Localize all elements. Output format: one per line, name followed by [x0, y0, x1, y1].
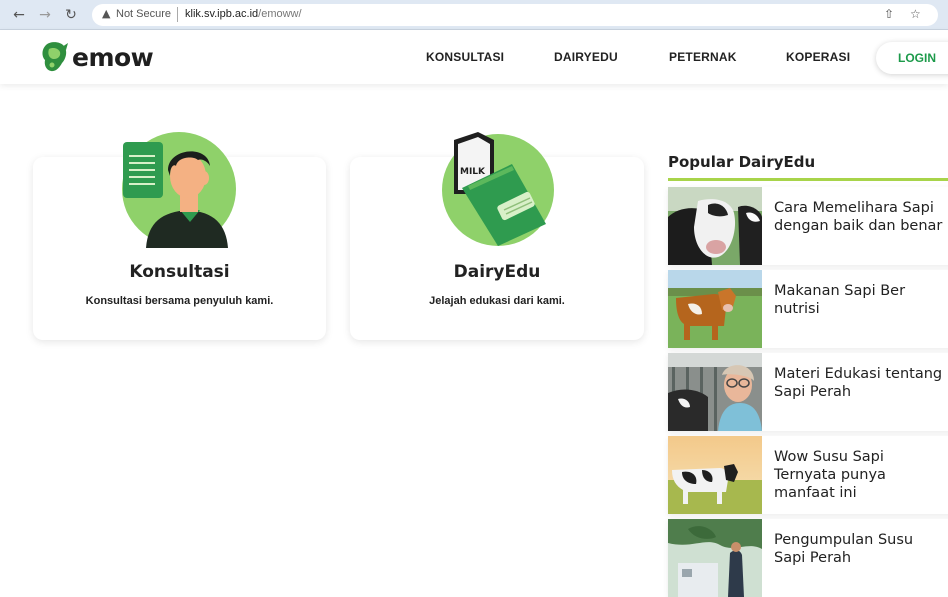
card-title: DairyEdu — [453, 262, 541, 282]
popular-item[interactable]: Pengumpulan Susu Sapi Perah — [668, 519, 948, 597]
forward-icon[interactable]: → — [36, 6, 54, 24]
browser-toolbar: ← → ↻ ▲ Not Secure klik.sv.ipb.ac.id/emo… — [0, 0, 948, 30]
back-icon[interactable]: ← — [10, 6, 28, 24]
address-bar[interactable]: ▲ Not Secure klik.sv.ipb.ac.id/emoww/ ⇧ … — [92, 4, 938, 26]
popular-item[interactable]: Wow Susu Sapi Ternyata punya manfaat ini — [668, 436, 948, 514]
login-button[interactable]: LOGIN — [876, 42, 948, 74]
nav-dairyedu[interactable]: DAIRYEDU — [554, 30, 618, 84]
popular-item-title: Wow Susu Sapi Ternyata punya manfaat ini — [774, 449, 886, 501]
popular-underline — [668, 178, 948, 181]
card-description: Konsultasi bersama penyuluh kami. — [85, 295, 274, 307]
address-divider — [177, 7, 178, 22]
milk-book-icon: MILK — [442, 132, 554, 246]
emow-logo[interactable]: emow — [40, 40, 154, 74]
milk-collection-thumbnail — [668, 519, 762, 597]
popular-item-title: Makanan Sapi Ber nutrisi — [774, 283, 906, 317]
reload-icon[interactable]: ↻ — [62, 6, 80, 24]
share-icon[interactable]: ⇧ — [884, 7, 894, 21]
cow-closeup-thumbnail — [668, 187, 762, 265]
nav-konsultasi[interactable]: KONSULTASI — [426, 30, 504, 84]
cow-logo-icon — [42, 42, 68, 72]
nav-koperasi[interactable]: KOPERASI — [786, 30, 850, 84]
popular-item-title: Pengumpulan Susu Sapi Perah — [774, 532, 914, 566]
popular-item-title: Cara Memelihara Sapi dengan baik dan ben… — [774, 200, 943, 234]
barn-selfie-thumbnail — [668, 353, 762, 431]
consultant-icon — [122, 132, 236, 248]
bookmark-star-icon[interactable]: ☆ — [910, 7, 921, 21]
card-description: Jelajah edukasi dari kami. — [429, 295, 565, 307]
security-label: Not Secure — [116, 8, 172, 20]
popular-item[interactable]: Cara Memelihara Sapi dengan baik dan ben… — [668, 187, 948, 265]
popular-item[interactable]: Materi Edukasi tentang Sapi Perah — [668, 353, 948, 431]
brown-cow-thumbnail — [668, 270, 762, 348]
warning-icon: ▲ — [102, 7, 111, 20]
logo-text: emow — [72, 42, 154, 72]
card-title: Konsultasi — [129, 262, 230, 282]
popular-title: Popular DairyEdu — [668, 153, 816, 171]
site-header: emow KONSULTASI DAIRYEDU PETERNAK KOPERA… — [0, 30, 948, 84]
popular-item-title: Materi Edukasi tentang Sapi Perah — [774, 366, 943, 400]
cow-sunset-thumbnail — [668, 436, 762, 514]
url-text: klik.sv.ipb.ac.id/emoww/ — [185, 8, 302, 20]
milk-label: MILK — [460, 167, 486, 177]
popular-item[interactable]: Makanan Sapi Ber nutrisi — [668, 270, 948, 348]
nav-peternak[interactable]: PETERNAK — [669, 30, 737, 84]
